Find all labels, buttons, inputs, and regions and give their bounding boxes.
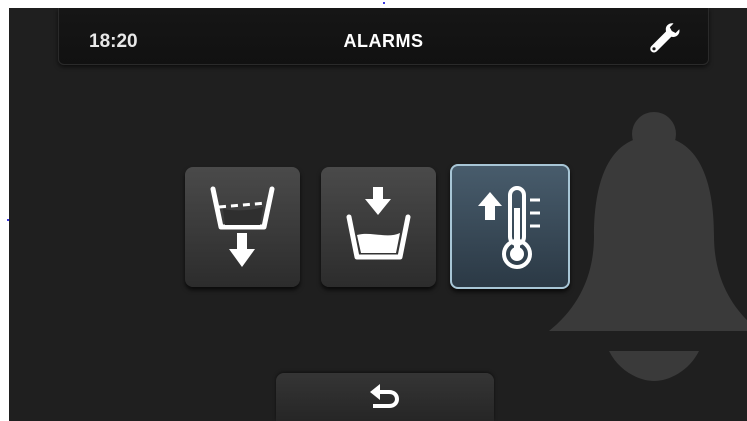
drain-alarm-button[interactable] [185,167,300,287]
bell-icon [549,112,747,381]
wrench-icon[interactable] [645,20,681,56]
alarms-screen: 18:20 ALARMS [9,8,747,421]
fill-alarm-button[interactable] [321,167,436,287]
drain-alarm-icon [210,186,275,267]
header-bar: 18:20 ALARMS [58,8,709,65]
temperature-high-alarm-icon [478,186,540,269]
temperature-high-alarm-button[interactable] [450,164,570,289]
edge-artifact [7,219,9,221]
edge-artifact [383,2,385,4]
back-button[interactable] [276,373,494,421]
page-title: ALARMS [343,31,424,51]
fill-alarm-icon [346,187,411,260]
back-arrow-icon [370,384,400,408]
